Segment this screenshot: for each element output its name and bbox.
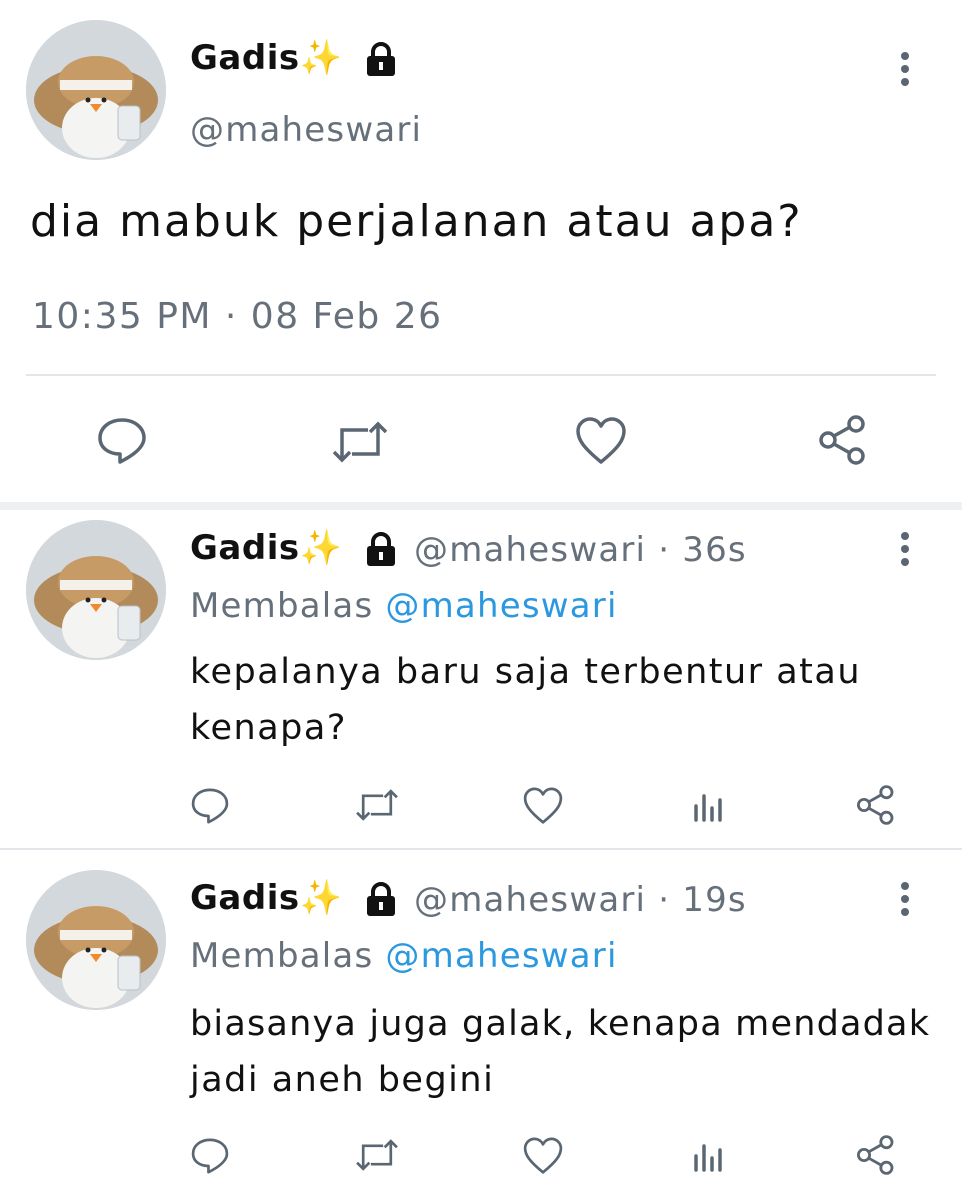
replying-label: Membalas [190,586,374,626]
divider [0,848,962,850]
sparkle-emoji: ✨ [299,38,343,78]
more-options-icon[interactable] [900,532,910,571]
like-icon[interactable] [522,786,564,826]
tweet-timestamp: 10:35 PM · 08 Feb 26 [32,296,443,337]
retweet-icon[interactable] [354,1138,400,1172]
reply-icon[interactable] [190,786,230,826]
lock-icon [362,880,400,918]
post-time: · 19s [658,880,747,920]
lock-icon [362,530,400,568]
tweet-text: dia mabuk perjalanan atau apa? [30,196,803,247]
more-options-icon[interactable] [900,52,910,91]
avatar[interactable] [26,20,166,160]
views-icon[interactable] [692,790,726,824]
share-icon[interactable] [856,1134,896,1176]
post-time: · 36s [658,530,747,570]
more-options-icon[interactable] [900,882,910,921]
avatar-image [26,520,166,660]
retweet-icon[interactable] [354,788,400,822]
reply-icon[interactable] [96,416,148,466]
replying-label: Membalas [190,936,374,976]
handle[interactable]: @maheswari [414,880,646,920]
like-icon[interactable] [574,416,628,466]
reply-icon[interactable] [190,1136,230,1176]
replying-to-link[interactable]: @maheswari [385,586,617,626]
sparkle-emoji: ✨ [299,878,343,918]
reply-text-line: jadi aneh begini [190,1060,495,1100]
display-name[interactable]: Gadis [190,38,300,78]
avatar-image [26,870,166,1010]
avatar[interactable] [26,520,166,660]
reply-text-line: biasanya juga galak, kenapa mendadak [190,1004,931,1044]
handle[interactable]: @maheswari [190,110,422,150]
section-separator [0,502,962,510]
retweet-icon[interactable] [330,420,390,464]
reply-text-line: kepalanya baru saja terbentur atau [190,652,862,692]
sparkle-emoji: ✨ [299,528,343,568]
like-icon[interactable] [522,1136,564,1176]
avatar-image [26,20,166,160]
display-name[interactable]: Gadis [190,878,300,918]
avatar[interactable] [26,870,166,1010]
lock-icon [362,40,400,78]
share-icon[interactable] [856,784,896,826]
views-icon[interactable] [692,1140,726,1174]
divider [26,374,936,376]
reply-text-line: kenapa? [190,708,347,748]
display-name[interactable]: Gadis [190,528,300,568]
replying-to-link[interactable]: @maheswari [385,936,617,976]
handle[interactable]: @maheswari [414,530,646,570]
share-icon[interactable] [818,414,868,466]
